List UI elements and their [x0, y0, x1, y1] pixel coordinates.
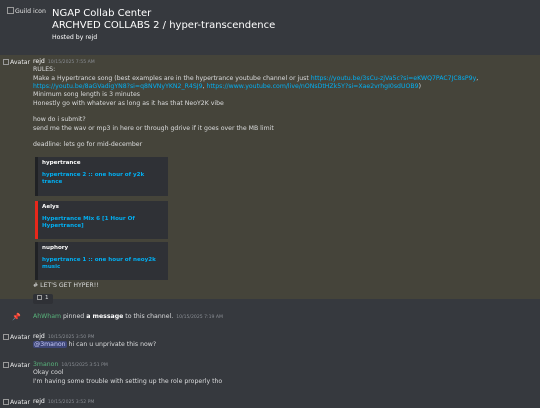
reaction-emoji-icon [37, 295, 42, 300]
avatar[interactable]: Avatar [3, 334, 30, 342]
youtube-link[interactable]: https://www.youtube.com/live/nONsDtHZk5Y… [206, 83, 418, 90]
guild-icon: Guild icon [7, 7, 47, 47]
reaction[interactable]: 1 [33, 294, 53, 304]
message-text: hi can u unprivate this now? [66, 341, 157, 349]
message-text: Okay cool [33, 369, 64, 377]
avatar[interactable]: Avatar [3, 399, 30, 407]
message-timestamp: 10/15/2025 7:19 AM [176, 315, 224, 320]
message-text: deadline: lets go for mid-december [33, 140, 143, 148]
message-continuation: # LET'S GET HYPER!! 1 [0, 282, 540, 306]
guild-name: NGAP Collab Center [52, 8, 152, 19]
channel-header: Guild icon NGAP Collab Center ARCHVED CO… [0, 0, 540, 53]
guild-icon-alt: Guild icon [15, 8, 46, 15]
text-comma: , [476, 74, 479, 82]
text-paren: ) [418, 83, 421, 91]
avatar[interactable]: Avatar [3, 362, 30, 370]
embed-author[interactable]: hypertrance [42, 160, 164, 168]
message: Avatar 3manon 10/15/2025 3:51 PM Okay coo… [0, 361, 540, 393]
message-rules: Avatar rejd 10/15/2025 7:55 AM RULES: Mak… [0, 55, 540, 299]
system-message-pin: 📌 AhWham pinned a message to this channe… [0, 312, 540, 324]
system-text: to this channel. [123, 313, 174, 320]
message-text: Minimum song length is 3 minutes [33, 91, 141, 99]
message-timestamp: 10/15/2025 3:52 PM [47, 400, 95, 405]
message-text: I'm having some trouble with setting up … [33, 377, 223, 385]
message-author[interactable]: AhWham [33, 313, 61, 320]
reaction-count: 1 [45, 295, 49, 301]
message-author[interactable]: rejd [33, 398, 45, 405]
message-text: Make a Hypertrance song (best examples a… [33, 74, 311, 82]
youtube-link[interactable]: https://youtu.be/8aGVadigYN8?si=q8NVNyYK… [33, 83, 203, 90]
message-author[interactable]: rejd [33, 58, 45, 65]
system-text: pinned [61, 313, 87, 320]
embed-title[interactable]: hypertrance 2 :: one hour of y2k trance [42, 172, 164, 187]
hosted-by: Hosted by rejd [52, 34, 98, 41]
message-text: Honestly go with whatever as long as it … [33, 99, 224, 107]
channel-path: ARCHVED COLLABS 2 / hyper-transcendence [52, 20, 276, 31]
message-text: how do i submit? [33, 116, 86, 124]
message-text: # LET'S GET HYPER!! [33, 282, 99, 289]
link-embed[interactable]: nuphory hypertrance 1 :: one hour of neo… [35, 242, 168, 280]
message-author[interactable]: rejd [33, 333, 45, 340]
pinned-message-link[interactable]: a message [86, 313, 123, 320]
message: Avatar rejd 10/15/2025 3:50 PM @3manon hi… [0, 333, 540, 355]
message-author[interactable]: 3manon [33, 361, 58, 368]
embed-author[interactable]: nuphory [42, 245, 164, 253]
embed-author[interactable]: Aelys [42, 204, 164, 212]
message-text: send me the wav or mp3 in here or throug… [33, 124, 274, 132]
message: Avatar rejd 10/15/2025 3:52 PM [0, 398, 540, 408]
embed-title[interactable]: Hypertrance Mix 6 [1 Hour Of Hypertrance… [42, 216, 164, 231]
message-timestamp: 10/15/2025 3:50 PM [47, 335, 95, 340]
youtube-link[interactable]: https://youtu.be/3sCu-zjVa5c?si=eKWQ7PAC… [311, 75, 477, 82]
message-timestamp: 10/15/2025 3:51 PM [61, 363, 108, 368]
pin-icon: 📌 [12, 313, 21, 321]
message-text: RULES: [33, 66, 56, 74]
avatar[interactable]: Avatar [3, 59, 30, 67]
link-embed[interactable]: hypertrance hypertrance 2 :: one hour of… [35, 157, 168, 196]
message-timestamp: 10/15/2025 7:55 AM [47, 60, 95, 65]
user-mention[interactable]: @3manon [33, 341, 67, 349]
link-embed[interactable]: Aelys Hypertrance Mix 6 [1 Hour Of Hyper… [35, 201, 168, 239]
embed-title[interactable]: hypertrance 1 :: one hour of neoy2k musi… [42, 257, 164, 272]
